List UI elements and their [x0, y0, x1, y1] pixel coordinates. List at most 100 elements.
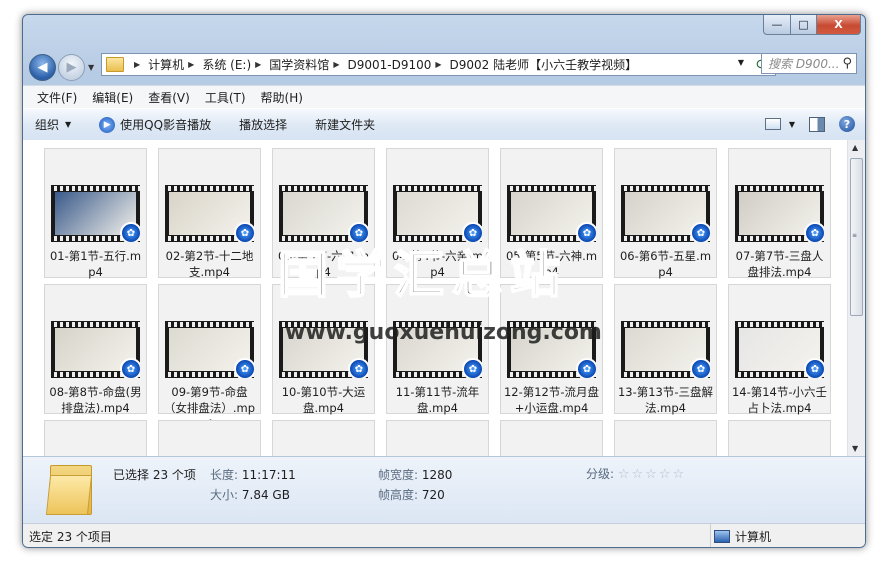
file-item[interactable]	[614, 420, 717, 456]
computer-icon	[714, 529, 730, 543]
menu-item[interactable]: 查看(V)	[148, 89, 190, 106]
details-pane: 已选择 23 个项 长度: 11:17:11 大小: 7.84 GB 帧宽度: …	[23, 456, 865, 524]
video-thumbnail: ✿	[279, 185, 368, 242]
breadcrumb-separator-icon[interactable]: ▶	[188, 60, 194, 69]
length-field: 长度: 11:17:11	[210, 466, 296, 483]
watermark-title: 国学汇总站	[277, 245, 568, 305]
qq-player-icon: ▶	[99, 116, 116, 133]
file-name: 07-第7节-三盘人盘排法.mp4	[735, 249, 824, 279]
qq-player-icon: ✿	[462, 358, 482, 378]
menu-item[interactable]: 文件(F)	[37, 89, 77, 106]
breadcrumb-separator-icon[interactable]: ▶	[333, 60, 339, 69]
file-item[interactable]: ✿ 07-第7节-三盘人盘排法.mp4	[728, 148, 831, 279]
file-name: 11-第11节-流年盘.mp4	[395, 385, 480, 415]
frame-height-field: 帧高度: 720	[378, 486, 445, 503]
breadcrumb-item[interactable]: D9001-D9100	[347, 58, 431, 72]
status-location-label: 计算机	[735, 529, 772, 544]
frame-width-label: 帧宽度:	[378, 468, 419, 482]
file-item[interactable]: ✿ 02-第2节-十二地支.mp4	[158, 148, 261, 279]
breadcrumb: ▶ 计算机 ▶ 系统 (E:) ▶ 国学资料馆 ▶ D9001-D9100 ▶ D9002 陆老师…	[130, 56, 637, 73]
forward-button[interactable]: ▶	[58, 54, 85, 81]
chevron-down-icon: ▼	[788, 119, 795, 129]
command-bar: 组织 ▼ ▶ 使用QQ影音播放 播放选择 新建文件夹 ▼ ?	[23, 108, 865, 141]
play-selection-button[interactable]: 播放选择	[239, 116, 287, 133]
change-view-button[interactable]: ▼	[764, 118, 795, 130]
status-text: 选定 23 个项目	[29, 529, 112, 544]
video-thumbnail: ✿	[165, 321, 254, 378]
qq-player-icon: ✿	[690, 222, 710, 242]
file-name: 12-第12节-流月盘+小运盘.mp4	[503, 385, 600, 415]
menu-bar: 文件(F) 编辑(E) 查看(V) 工具(T) 帮助(H)	[23, 85, 865, 108]
rating-stars[interactable]: ☆☆☆☆☆	[618, 467, 686, 482]
rating-field: 分级: ☆☆☆☆☆	[586, 465, 686, 482]
file-item[interactable]: ✿ 06-第6节-五星.mp4	[614, 148, 717, 279]
file-item[interactable]	[386, 420, 489, 456]
qq-player-icon: ✿	[804, 358, 824, 378]
breadcrumb-item[interactable]: 国学资料馆	[269, 56, 329, 73]
file-item[interactable]	[158, 420, 261, 456]
search-icon[interactable]: ⚲	[842, 56, 852, 71]
file-item[interactable]: ✿09-第9节-命盘（女排盘法）.mp4	[158, 284, 261, 431]
video-thumbnail: ✿	[507, 185, 596, 242]
menu-item[interactable]: 帮助(H)	[261, 89, 303, 106]
qq-player-icon: ✿	[804, 222, 824, 242]
rating-label: 分级:	[586, 467, 615, 481]
breadcrumb-separator-icon[interactable]: ▶	[255, 60, 261, 69]
address-bar[interactable]: ▶ 计算机 ▶ 系统 (E:) ▶ 国学资料馆 ▶ D9001-D9100 ▶ D9002 陆老师…	[101, 53, 751, 76]
file-item[interactable]: ✿ 14-第14节-小六壬占卜法.mp4	[728, 284, 831, 415]
file-item[interactable]: ✿ 13-第13节-三盘解法.mp4	[614, 284, 717, 415]
organize-label: 组织	[35, 118, 60, 132]
length-value: 11:17:11	[241, 468, 296, 482]
qq-player-icon: ✿	[576, 222, 596, 242]
back-button[interactable]: ◀	[29, 54, 56, 81]
menu-item[interactable]: 工具(T)	[205, 89, 246, 106]
file-item[interactable]	[500, 420, 603, 456]
video-thumbnail: ✿	[393, 185, 482, 242]
breadcrumb-separator-icon[interactable]: ▶	[435, 60, 441, 69]
scroll-down-icon[interactable]: ▼	[852, 444, 858, 453]
new-folder-label: 新建文件夹	[315, 118, 376, 132]
scroll-grip-icon: ≡	[852, 232, 858, 239]
vertical-scrollbar[interactable]: ▲ ≡ ▼	[847, 140, 865, 456]
qq-player-icon: ✿	[120, 358, 140, 378]
qq-player-icon: ✿	[234, 358, 254, 378]
navigation-bar: ◀ ▶ ▼ ▶ 计算机 ▶ 系统 (E:) ▶ 国学资料馆 ▶ D9001-D9100 ▶ D90…	[23, 49, 865, 81]
qq-player-icon: ✿	[348, 358, 368, 378]
file-item[interactable]	[44, 420, 147, 456]
recent-pages-dropdown-icon[interactable]: ▼	[88, 63, 94, 72]
maximize-button[interactable]: □	[791, 15, 817, 35]
file-item[interactable]: ✿ 01-第1节-五行.mp4	[44, 148, 147, 279]
breadcrumb-item[interactable]: 计算机	[148, 56, 184, 73]
size-value: 7.84 GB	[241, 488, 290, 502]
file-name: 10-第10节-大运盘.mp4	[281, 385, 366, 415]
file-name: 14-第14节-小六壬占卜法.mp4	[731, 385, 828, 415]
breadcrumb-item[interactable]: 系统 (E:)	[202, 56, 251, 73]
video-thumbnail: ✿	[51, 321, 140, 378]
play-with-qq-button[interactable]: ▶ 使用QQ影音播放	[99, 116, 211, 133]
minimize-button[interactable]: —	[763, 15, 791, 35]
scroll-up-icon[interactable]: ▲	[852, 143, 858, 152]
breadcrumb-item[interactable]: D9002 陆老师【小六壬教学视频】	[450, 56, 638, 73]
help-icon[interactable]: ?	[839, 116, 855, 132]
address-dropdown-icon[interactable]: ▼	[738, 58, 744, 67]
preview-pane-icon[interactable]	[809, 116, 825, 132]
close-button[interactable]: X	[817, 15, 861, 35]
file-name: 06-第6节-五星.mp4	[619, 249, 712, 279]
file-item[interactable]	[272, 420, 375, 456]
explorer-window: — □ X ◀ ▶ ▼ ▶ 计算机 ▶ 系统 (E:) ▶ 国学资料馆 ▶ D9001-D91…	[22, 14, 866, 548]
breadcrumb-separator-icon[interactable]: ▶	[134, 60, 140, 69]
qq-player-icon: ✿	[690, 358, 710, 378]
file-item[interactable]	[728, 420, 831, 456]
frame-height-value: 720	[421, 488, 445, 502]
video-thumbnail: ✿	[735, 185, 824, 242]
watermark-url: www.guoxuehuizong.com	[285, 320, 602, 345]
new-folder-button[interactable]: 新建文件夹	[315, 116, 375, 133]
file-item[interactable]: ✿ 08-第8节-命盘(男排盘法).mp4	[44, 284, 147, 415]
qq-player-icon: ✿	[120, 222, 140, 242]
organize-button[interactable]: 组织 ▼	[35, 116, 71, 133]
frame-width-value: 1280	[421, 468, 453, 482]
menu-item[interactable]: 编辑(E)	[92, 89, 133, 106]
search-input[interactable]: 搜索 D900... ⚲	[761, 53, 857, 74]
file-name: 02-第2节-十二地支.mp4	[165, 249, 254, 279]
status-location: 计算机	[710, 524, 772, 547]
